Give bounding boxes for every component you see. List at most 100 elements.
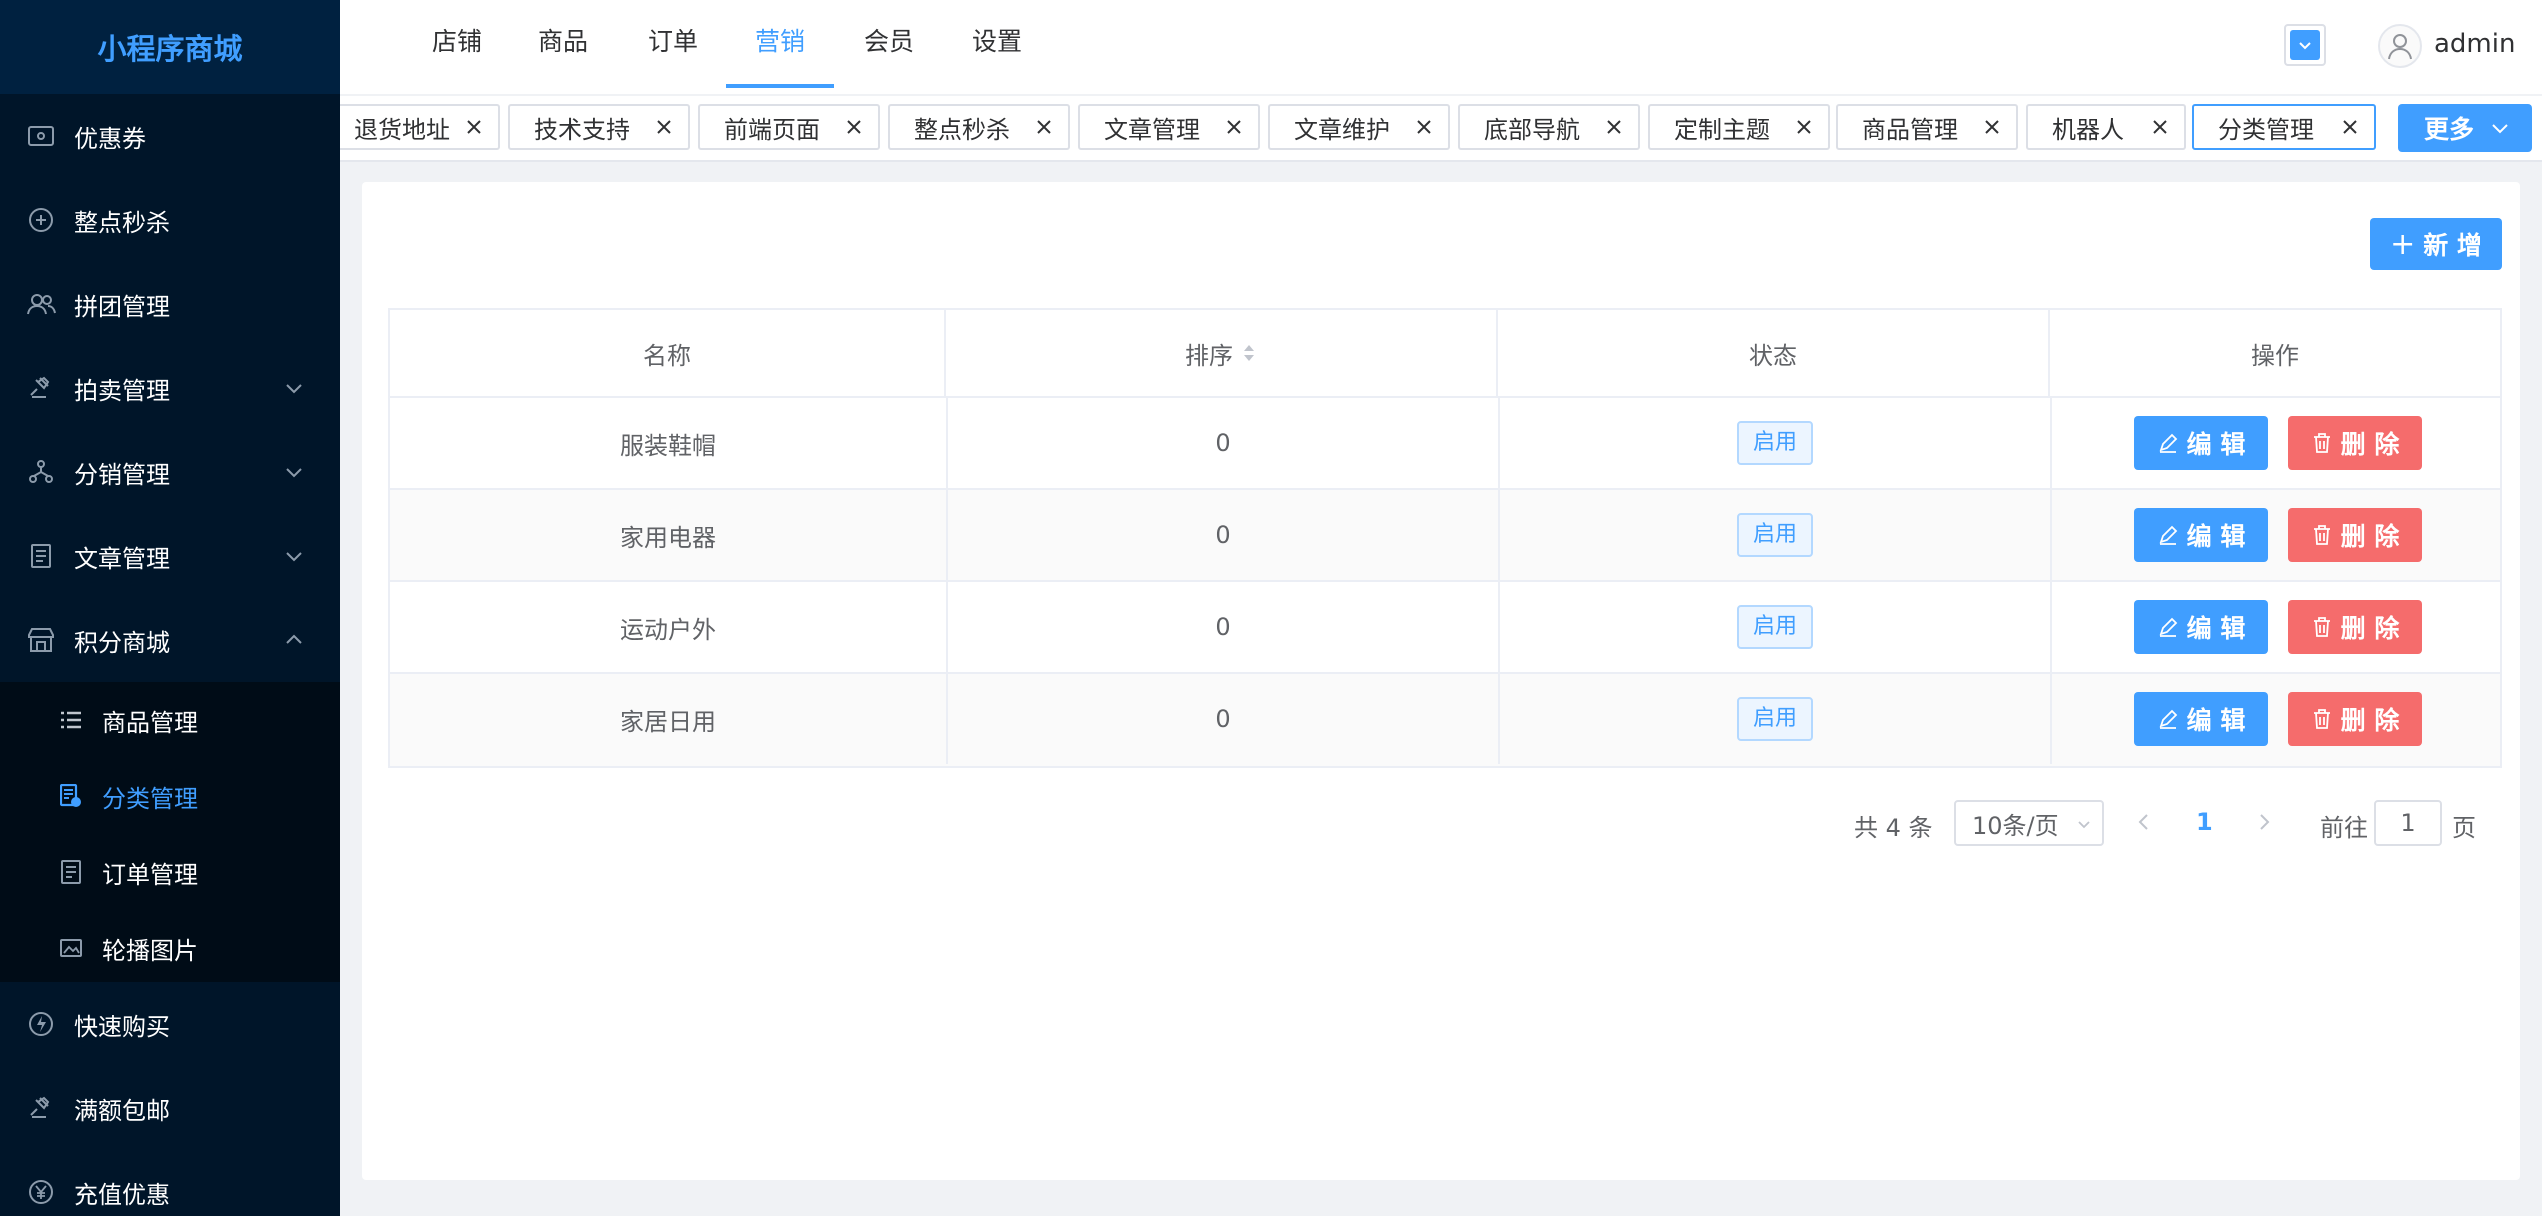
sort-icon[interactable] <box>1241 342 1257 364</box>
page-size-select[interactable]: 10条/页 <box>1954 800 2104 846</box>
tags-bar: 退货地址 技术支持 前端页面 整点秒杀 文章管理 文章维护 底部导航 定制主题 … <box>340 96 2542 162</box>
delete-button[interactable]: 删 除 <box>2288 692 2422 746</box>
tag-flash-sale[interactable]: 整点秒杀 <box>888 104 1070 150</box>
sidebar-subitem-label: 分类管理 <box>102 784 198 813</box>
sidebar-item-quick-buy[interactable]: 快速购买 <box>0 982 340 1066</box>
sidebar-item-group-buy[interactable]: 拼团管理 <box>0 262 340 346</box>
sidebar-item-article[interactable]: 文章管理 <box>0 514 340 598</box>
add-label: 新 增 <box>2423 231 2482 260</box>
close-icon[interactable] <box>1982 117 2002 137</box>
chevron-down-icon <box>2290 30 2320 60</box>
cell-actions: 编 辑 删 除 <box>2052 398 2500 488</box>
tag-bottom-nav[interactable]: 底部导航 <box>1458 104 1640 150</box>
sidebar-item-flash-sale[interactable]: 整点秒杀 <box>0 178 340 262</box>
delete-label: 删 除 <box>2340 430 2400 459</box>
delete-label: 删 除 <box>2340 614 2400 643</box>
edit-button[interactable]: 编 辑 <box>2134 508 2268 562</box>
close-icon[interactable] <box>1224 117 1244 137</box>
edit-button[interactable]: 编 辑 <box>2134 416 2268 470</box>
sidebar-subitem-goods[interactable]: 商品管理 <box>0 682 340 758</box>
coupon-icon <box>26 121 56 151</box>
tag-goods-management[interactable]: 商品管理 <box>1836 104 2018 150</box>
trash-icon <box>2313 617 2330 637</box>
sidebar-subitem-carousel[interactable]: 轮播图片 <box>0 910 340 986</box>
sidebar-item-points-mall[interactable]: 积分商城 <box>0 598 340 682</box>
tag-label: 底部导航 <box>1484 115 1580 144</box>
sidebar-item-auction[interactable]: 拍卖管理 <box>0 346 340 430</box>
page-size-value: 10条/页 <box>1972 811 2059 840</box>
avatar[interactable] <box>2378 24 2422 68</box>
sidebar-item-distribution[interactable]: 分销管理 <box>0 430 340 514</box>
close-icon[interactable] <box>2150 117 2170 137</box>
tab-shop[interactable]: 店铺 <box>432 0 482 88</box>
table-row: 运动户外 0 启用 编 辑 删 除 <box>390 582 2500 674</box>
chevron-down-icon <box>2078 821 2090 829</box>
page-number-current[interactable]: 1 <box>2196 808 2213 836</box>
tab-goods[interactable]: 商品 <box>538 0 588 88</box>
sidebar-item-label: 拼团管理 <box>74 292 170 321</box>
edit-button[interactable]: 编 辑 <box>2134 692 2268 746</box>
tag-robot[interactable]: 机器人 <box>2026 104 2186 150</box>
submenu-points-mall: 商品管理 分类管理 订单管理 轮播图片 <box>0 682 340 982</box>
sidebar-subitem-category[interactable]: 分类管理 <box>0 758 340 834</box>
edit-button[interactable]: 编 辑 <box>2134 600 2268 654</box>
column-header-sort[interactable]: 排序 <box>946 310 1498 398</box>
username[interactable]: admin <box>2434 29 2515 59</box>
article-icon <box>26 541 56 571</box>
edit-label: 编 辑 <box>2186 706 2246 735</box>
distribution-icon <box>26 457 56 487</box>
tag-custom-theme[interactable]: 定制主题 <box>1648 104 1830 150</box>
edit-label: 编 辑 <box>2186 430 2246 459</box>
tag-return-address[interactable]: 退货地址 <box>340 104 500 150</box>
close-icon[interactable] <box>844 117 864 137</box>
sidebar-item-label: 分销管理 <box>74 460 170 489</box>
cell-name: 运动户外 <box>390 582 948 672</box>
close-icon[interactable] <box>1794 117 1814 137</box>
tag-tech-support[interactable]: 技术支持 <box>508 104 690 150</box>
dropdown-toggle-button[interactable] <box>2284 24 2326 66</box>
sidebar-subitem-order[interactable]: 订单管理 <box>0 834 340 910</box>
delete-button[interactable]: 删 除 <box>2288 600 2422 654</box>
trash-icon <box>2313 709 2330 729</box>
sidebar-subitem-label: 商品管理 <box>102 708 198 737</box>
order-icon <box>58 859 84 885</box>
tab-settings[interactable]: 设置 <box>972 0 1022 88</box>
status-badge: 启用 <box>1736 697 1813 741</box>
sidebar-item-coupon[interactable]: 优惠券 <box>0 94 340 178</box>
tab-members[interactable]: 会员 <box>864 0 914 88</box>
top-header: 店铺 商品 订单 营销 会员 设置 admin <box>340 0 2542 94</box>
close-icon[interactable] <box>1034 117 1054 137</box>
delete-button[interactable]: 删 除 <box>2288 416 2422 470</box>
chevron-down-icon <box>286 468 302 478</box>
more-tags-button[interactable]: 更多 <box>2398 104 2532 152</box>
tag-frontend-page[interactable]: 前端页面 <box>698 104 880 150</box>
user-icon <box>2388 34 2412 60</box>
tag-article-maintenance[interactable]: 文章维护 <box>1268 104 1450 150</box>
next-page-button[interactable] <box>2252 810 2276 834</box>
add-button[interactable]: + 新 增 <box>2370 218 2502 270</box>
cell-status: 启用 <box>1500 674 2052 764</box>
sidebar-item-recharge[interactable]: 充值优惠 <box>0 1150 340 1216</box>
close-icon[interactable] <box>464 117 484 137</box>
close-icon[interactable] <box>654 117 674 137</box>
tag-category-management[interactable]: 分类管理 <box>2192 104 2376 150</box>
pagination-total: 共 4 条 <box>1854 814 1933 842</box>
tab-orders[interactable]: 订单 <box>648 0 698 88</box>
tag-article-management[interactable]: 文章管理 <box>1078 104 1260 150</box>
prev-page-button[interactable] <box>2132 810 2156 834</box>
cell-name: 家居日用 <box>390 674 948 764</box>
column-header-name: 名称 <box>390 310 946 398</box>
sidebar-subitem-label: 轮播图片 <box>102 936 198 965</box>
sidebar-item-free-shipping[interactable]: 满额包邮 <box>0 1066 340 1150</box>
cell-sort: 0 <box>948 674 1500 764</box>
delete-button[interactable]: 删 除 <box>2288 508 2422 562</box>
edit-icon <box>2159 709 2177 729</box>
sidebar-item-label: 整点秒杀 <box>74 208 170 237</box>
goto-page-input[interactable] <box>2374 800 2442 846</box>
close-icon[interactable] <box>2340 117 2360 137</box>
close-icon[interactable] <box>1604 117 1624 137</box>
close-icon[interactable] <box>1414 117 1434 137</box>
tab-marketing[interactable]: 营销 <box>726 0 834 88</box>
column-header-status: 状态 <box>1498 310 2050 398</box>
delete-label: 删 除 <box>2340 706 2400 735</box>
